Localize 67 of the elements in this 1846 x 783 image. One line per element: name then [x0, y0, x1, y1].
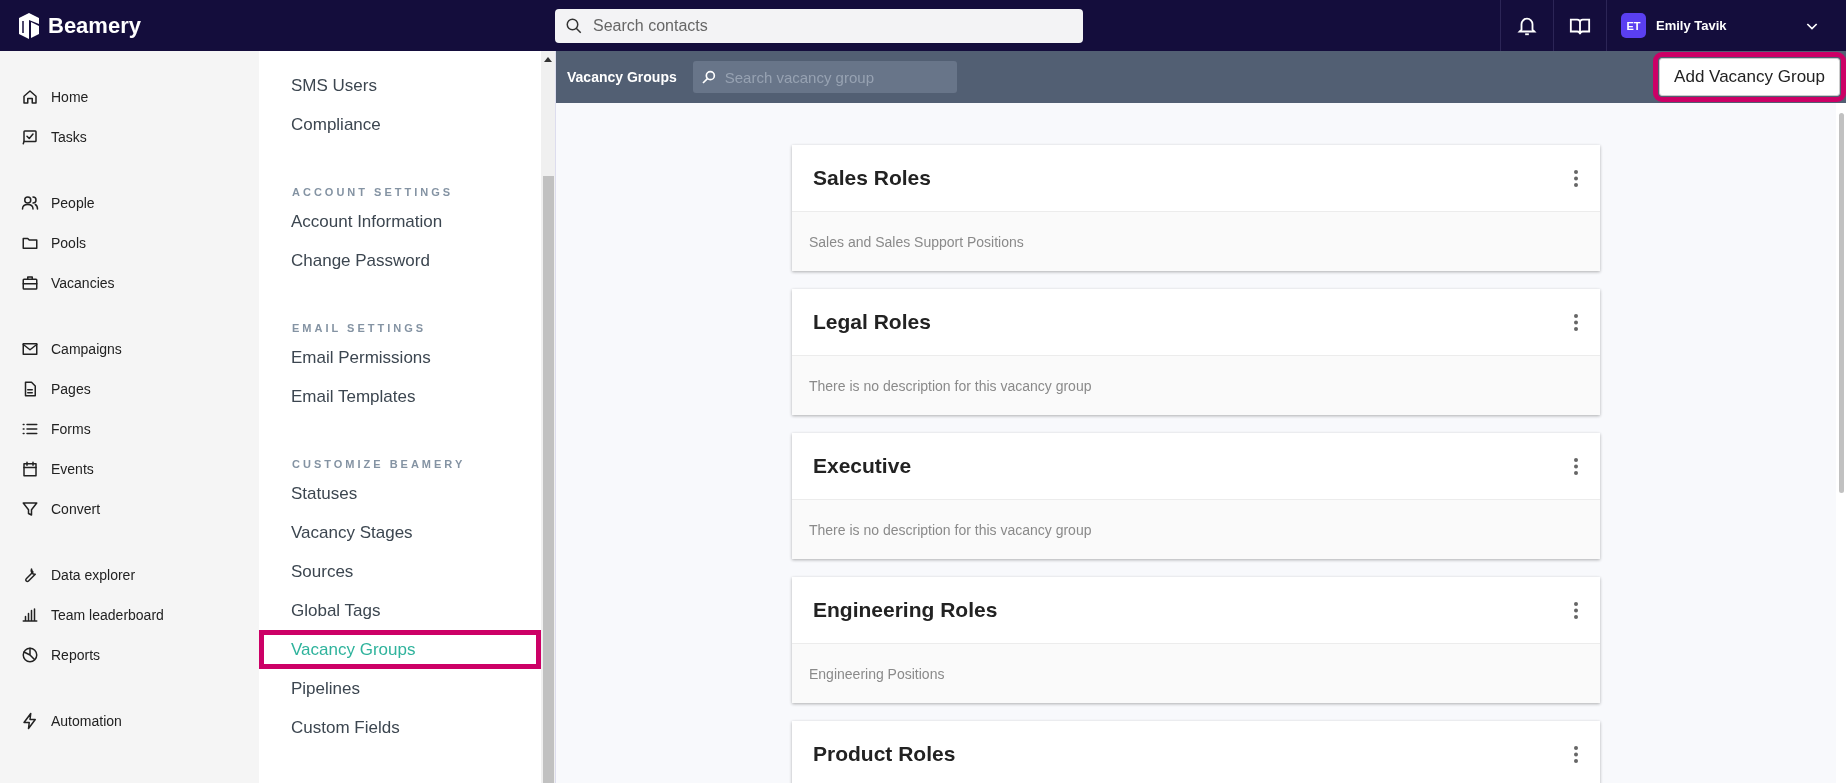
vacancy-group-description: There is no description for this vacancy group — [792, 499, 1600, 559]
search-icon — [565, 16, 583, 35]
briefcase-icon — [21, 274, 39, 292]
vacancy-group-name: Sales Roles — [813, 166, 932, 190]
user-name[interactable]: Emily Tavik — [1656, 18, 1794, 33]
logo-icon — [16, 11, 42, 40]
settings-item[interactable]: Sources — [259, 552, 541, 591]
calendar-icon — [21, 460, 39, 478]
settings-item[interactable]: Email Templates — [259, 377, 541, 416]
scrollbar-thumb[interactable] — [542, 176, 554, 783]
vacancy-group-description: There is no description for this vacancy group — [792, 355, 1600, 415]
search-input[interactable]: Search contacts — [591, 15, 1073, 36]
vacancy-group-description: Sales and Sales Support Positions — [792, 211, 1600, 271]
nav-item[interactable]: Convert — [0, 489, 259, 529]
nav-item[interactable]: Automation — [0, 701, 259, 741]
vacancy-group-name: Product Roles — [813, 742, 957, 766]
nav-item[interactable]: Pools — [0, 223, 259, 263]
nav-item[interactable]: Reports — [0, 635, 259, 675]
settings-item[interactable]: Change Password — [259, 241, 541, 280]
home-icon — [21, 88, 39, 106]
more-options-icon[interactable] — [1574, 601, 1578, 619]
page-title: Vacancy Groups — [567, 69, 677, 85]
vacancy-group-name: Engineering Roles — [813, 598, 999, 622]
vacancy-group-name: Legal Roles — [813, 310, 932, 334]
settings-item[interactable]: Vacancy Stages — [259, 513, 541, 552]
more-options-icon[interactable] — [1574, 745, 1578, 763]
user-avatar[interactable]: ET — [1621, 13, 1646, 38]
more-options-icon[interactable] — [1574, 169, 1578, 187]
nav-item[interactable]: Campaigns — [0, 329, 259, 369]
vacancy-group-description: Engineering Positions — [792, 643, 1600, 703]
settings-item[interactable]: Custom Fields — [259, 708, 541, 747]
nav-item[interactable]: People — [0, 183, 259, 223]
nav-item[interactable]: Events — [0, 449, 259, 489]
settings-item[interactable]: Statuses — [259, 474, 541, 513]
nav-item[interactable]: Forms — [0, 409, 259, 449]
more-options-icon[interactable] — [1574, 313, 1578, 331]
nav-item[interactable]: Team leaderboard — [0, 595, 259, 635]
nav-item[interactable]: Vacancies — [0, 263, 259, 303]
envelope-icon — [21, 340, 39, 358]
section-heading: CUSTOMIZE BEAMERY — [291, 458, 467, 470]
more-options-icon[interactable] — [1574, 457, 1578, 475]
search-icon — [700, 69, 717, 85]
lightning-icon — [21, 712, 39, 730]
scrollbar-thumb[interactable] — [1838, 113, 1844, 493]
scrollbar[interactable] — [1836, 103, 1846, 783]
settings-item[interactable]: Global Tags — [259, 591, 541, 630]
scrollbar[interactable] — [541, 51, 555, 783]
pie-chart-icon — [21, 646, 39, 664]
settings-item[interactable]: Pipelines — [259, 669, 541, 708]
vacancy-group-name: Executive — [813, 454, 913, 478]
filter-icon — [21, 500, 39, 518]
nav-item[interactable]: Tasks — [0, 117, 259, 157]
search-field[interactable]: Search contacts — [555, 8, 1083, 43]
people-icon — [21, 194, 39, 212]
settings-item[interactable]: SMS Users — [259, 66, 541, 105]
nav-item[interactable]: Data explorer — [0, 555, 259, 595]
settings-item[interactable]: Compliance — [259, 105, 541, 144]
nav-item[interactable]: Home — [0, 77, 259, 117]
bar-chart-icon — [21, 606, 39, 624]
section-heading: ACCOUNT SETTINGS — [291, 186, 455, 198]
scroll-up-icon[interactable] — [544, 57, 552, 62]
settings-item[interactable]: Email Permissions — [259, 338, 541, 377]
nav-item[interactable]: Pages — [0, 369, 259, 409]
task-icon — [21, 128, 39, 146]
settings-item[interactable]: Account Information — [259, 202, 541, 241]
section-heading: EMAIL SETTINGS — [291, 322, 428, 334]
logo-text: Beamery — [48, 12, 141, 39]
